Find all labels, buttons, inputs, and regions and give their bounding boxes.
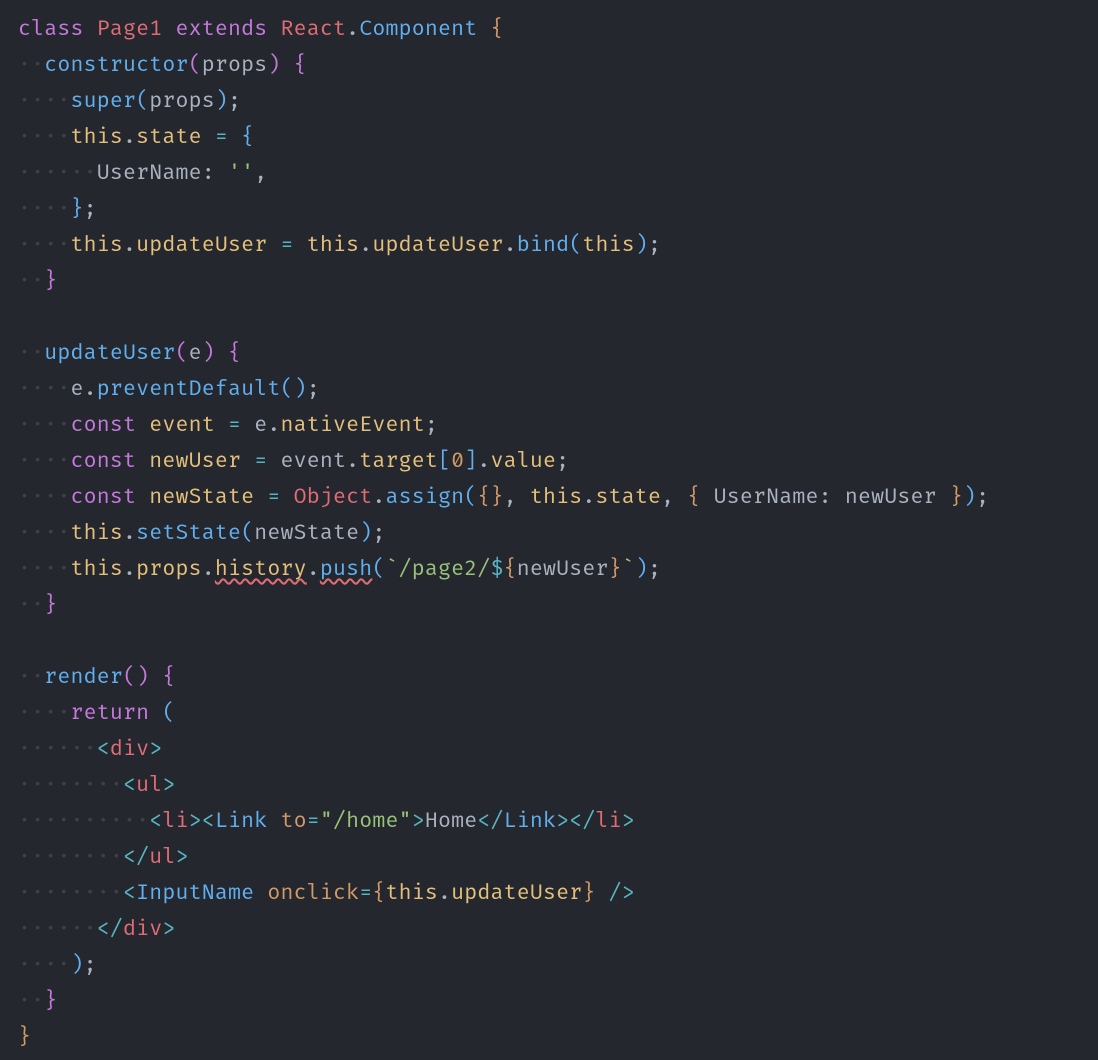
code-line: ····};	[18, 197, 97, 222]
code-line: ····const newState = Object.assign({}, t…	[18, 485, 989, 510]
code-line: ··constructor(props) {	[18, 53, 307, 78]
code-line: ······<div>	[18, 737, 162, 762]
code-line: ····return (	[18, 701, 176, 726]
code-line: ··}	[18, 593, 57, 618]
code-line: ··render() {	[18, 665, 176, 690]
code-editor[interactable]: class Page1 extends React.Component { ··…	[0, 0, 1098, 1060]
code-line: ····);	[18, 953, 97, 978]
lint-warning: push	[320, 557, 373, 582]
code-line	[18, 629, 31, 654]
code-line: ··}	[18, 989, 57, 1014]
code-line: ······UserName: '',	[18, 161, 267, 186]
code-line: ····this.props.history.push(`/page2/${ne…	[18, 557, 661, 582]
code-line: ········<ul>	[18, 773, 175, 798]
code-line: }	[18, 1025, 31, 1050]
code-line: ····e.preventDefault();	[18, 377, 320, 402]
code-line: ··updateUser(e) {	[18, 341, 241, 366]
code-line: ····this.updateUser = this.updateUser.bi…	[18, 233, 661, 258]
code-line	[18, 305, 31, 330]
code-line: ······</div>	[18, 917, 176, 942]
code-line: class Page1 extends React.Component {	[18, 17, 504, 42]
lint-warning: history	[215, 557, 307, 582]
code-line: ····const newUser = event.target[0].valu…	[18, 449, 569, 474]
code-line: ··········<li><Link to="/home">Home</Lin…	[18, 809, 635, 834]
code-line: ····this.setState(newState);	[18, 521, 385, 546]
code-line: ··}	[18, 269, 57, 294]
code-line: ····const event = e.nativeEvent;	[18, 413, 438, 438]
code-line: ····this.state = {	[18, 125, 254, 150]
code-line: ····super(props);	[18, 89, 241, 114]
code-line: ········</ul>	[18, 845, 189, 870]
code-line: ········<InputName onclick={this.updateU…	[18, 881, 635, 906]
